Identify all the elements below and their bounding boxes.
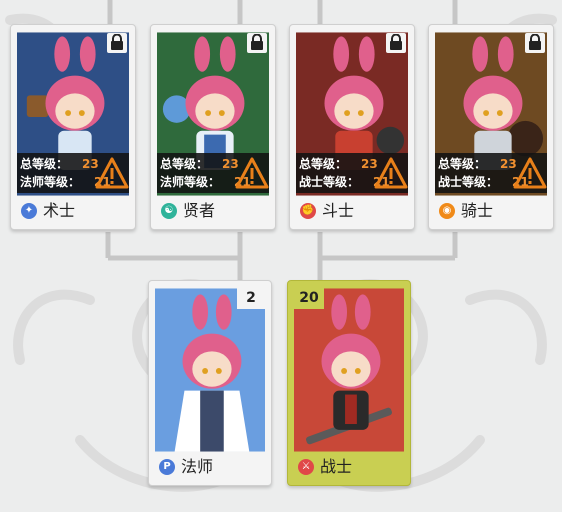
warning-icon [374, 157, 408, 189]
class-card-warlock[interactable]: 总等级： 23 法师等级： 21 ✦ 术士 [10, 24, 136, 230]
mage-portrait [155, 287, 265, 453]
class-name-row: P 法师 [155, 453, 265, 481]
class-level-label: 法师等级： [20, 175, 81, 189]
fighter-icon: ✊ [300, 203, 316, 219]
class-name: 贤者 [183, 201, 216, 220]
total-level-label: 总等级： [299, 157, 348, 171]
warrior-icon: ⚔ [298, 459, 314, 475]
sage-icon: ☯ [161, 203, 177, 219]
lock-icon [386, 33, 406, 53]
lock-icon [525, 33, 545, 53]
class-level-label: 法师等级： [160, 175, 221, 189]
class-name-row: ⚔ 战士 [294, 453, 404, 481]
class-card-mage[interactable]: 2 P 法师 [148, 280, 272, 486]
total-level-label: 总等级： [20, 157, 69, 171]
warning-icon [235, 157, 269, 189]
requirement-panel: 总等级： 23 战士等级： 21 [296, 153, 408, 193]
class-card-warrior[interactable]: 20 ⚔ 战士 [287, 280, 411, 486]
lock-icon [107, 33, 127, 53]
class-level-label: 战士等级： [299, 175, 360, 189]
requirement-panel: 总等级： 23 战士等级： 21 [435, 153, 547, 193]
class-name: 法师 [181, 457, 214, 476]
warning-icon [95, 157, 129, 189]
class-card-fighter[interactable]: 总等级： 23 战士等级： 21 ✊ 斗士 [289, 24, 415, 230]
class-name-row: ✊ 斗士 [296, 197, 408, 225]
mage-icon: P [159, 459, 175, 475]
class-card-knight[interactable]: 总等级： 23 战士等级： 21 ◉ 骑士 [428, 24, 554, 230]
class-name: 术士 [43, 201, 76, 220]
class-name: 骑士 [461, 201, 494, 220]
class-name: 战士 [320, 457, 353, 476]
requirement-panel: 总等级： 23 法师等级： 21 [157, 153, 269, 193]
level-count-badge: 20 [294, 287, 324, 309]
warlock-icon: ✦ [21, 203, 37, 219]
knight-icon: ◉ [439, 203, 455, 219]
warrior-portrait [294, 287, 404, 453]
class-level-label: 战士等级： [438, 175, 499, 189]
lock-icon [247, 33, 267, 53]
level-count-badge: 2 [237, 287, 265, 309]
class-name-row: ◉ 骑士 [435, 197, 547, 225]
class-name: 斗士 [322, 201, 355, 220]
total-level-label: 总等级： [438, 157, 487, 171]
class-name-row: ☯ 贤者 [157, 197, 269, 225]
warning-icon [513, 157, 547, 189]
class-name-row: ✦ 术士 [17, 197, 129, 225]
total-level-label: 总等级： [160, 157, 209, 171]
requirement-panel: 总等级： 23 法师等级： 21 [17, 153, 129, 193]
class-card-sage[interactable]: 总等级： 23 法师等级： 21 ☯ 贤者 [150, 24, 276, 230]
